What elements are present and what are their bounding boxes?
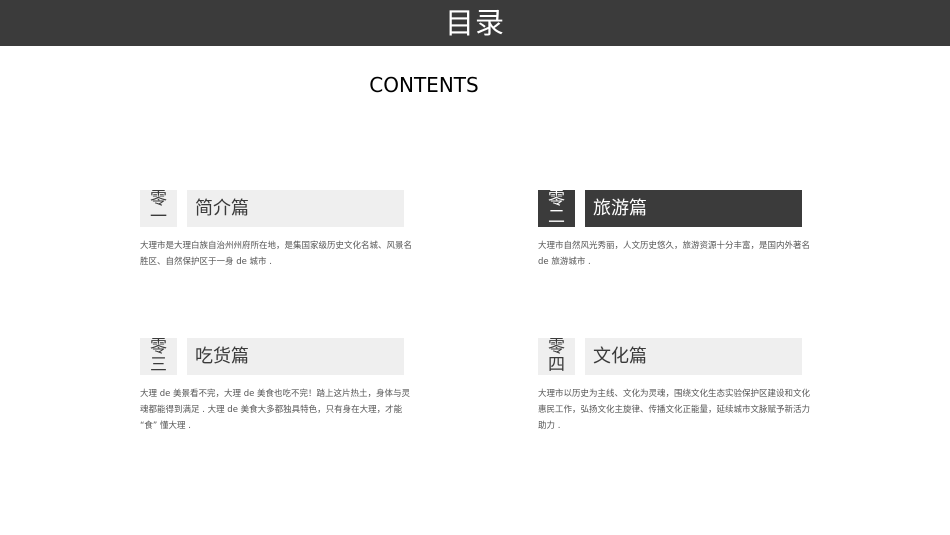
header-bar: 目录 [0,0,950,46]
section-number-bottom: 三 [150,355,167,375]
section-number: 零 一 [140,190,177,227]
section-title: 旅游篇 [593,198,647,219]
section-description: 大理 de 美景看不完，大理 de 美食也吃不完！踏上这片热土，身体与灵魂都能得… [140,389,411,431]
section-description: 大理市是大理白族自治州州府所在地，是集国家级历史文化名城、风景名胜区、自然保护区… [140,241,413,267]
section-number-top: 零 [548,190,565,209]
section-number: 零 四 [538,338,575,375]
page-title: 目录 [444,6,505,40]
section-description: 大理市自然风光秀丽，人文历史悠久，旅游资源十分丰富，是国内外著名 de 旅游城市… [538,241,811,267]
section-description: 大理市以历史为主线、文化为灵魂，围绕文化生态实验保护区建设和文化惠民工作，弘扬文… [538,389,811,431]
section-number-top: 零 [548,338,565,357]
section-title-box[interactable]: 简介篇 [187,190,404,227]
section-title-box[interactable]: 文化篇 [585,338,802,375]
section-title: 吃货篇 [195,346,249,367]
section-title-box[interactable]: 吃货篇 [187,338,404,375]
section-title-box[interactable]: 旅游篇 [585,190,802,227]
section-number-bottom: 四 [548,355,565,375]
section-number-top: 零 [150,190,167,209]
page-subtitle: CONTENTS [369,73,479,97]
section-number-top: 零 [150,338,167,357]
section-title: 简介篇 [195,198,249,219]
section-number: 零 三 [140,338,177,375]
section-number: 零 二 [538,190,575,227]
section-number-bottom: 二 [548,207,565,227]
section-title: 文化篇 [593,346,647,367]
section-number-bottom: 一 [150,207,167,227]
